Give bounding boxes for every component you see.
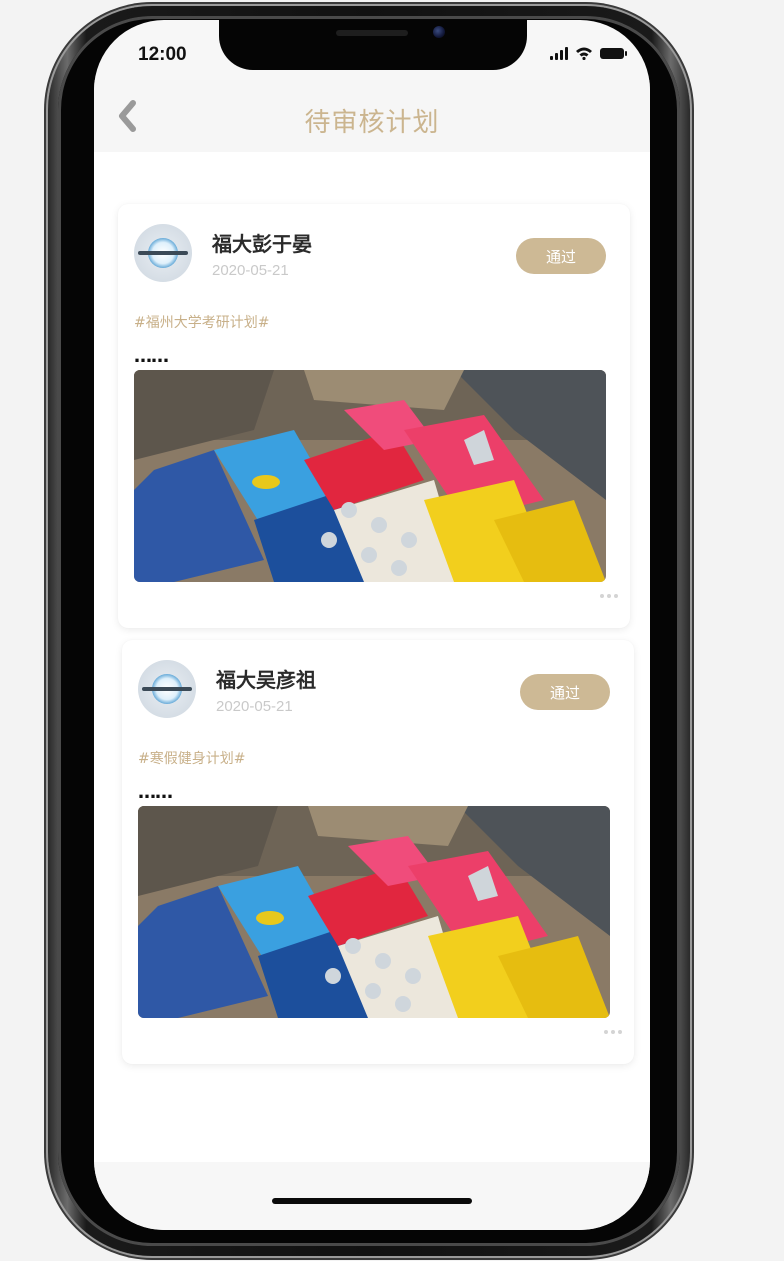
page-title: 待审核计划 [304,108,440,138]
lego-house-photo [138,806,610,1018]
more-dots-icon[interactable] [600,594,618,598]
topic-tag[interactable]: #寒假健身计划# [138,748,245,768]
status-icons [550,46,627,60]
post-date: 2020-05-21 [212,262,289,279]
speaker-grille [336,30,408,36]
wifi-icon [576,47,592,60]
status-time: 12:00 [138,44,187,65]
more-dots-icon[interactable] [604,1030,622,1034]
approve-button[interactable]: 通过 [516,238,606,274]
user-name[interactable]: 福大彭于晏 [212,228,312,257]
stage: 12:00 待审核计划 福大彭于晏 2020-05-21 通过 #福州大学考研计… [0,0,784,1261]
approve-button[interactable]: 通过 [520,674,610,710]
lego-house-photo [134,370,606,582]
home-indicator[interactable] [272,1198,472,1204]
plan-card[interactable]: 福大彭于晏 2020-05-21 通过 #福州大学考研计划# …… [118,204,630,628]
post-date: 2020-05-21 [216,698,293,715]
cellular-signal-icon [550,46,568,60]
avatar-icon[interactable] [138,660,196,718]
avatar-icon[interactable] [134,224,192,282]
phone-screen: 12:00 待审核计划 福大彭于晏 2020-05-21 通过 #福州大学考研计… [94,20,650,1230]
notch [219,20,527,70]
post-image[interactable] [134,370,606,582]
nav-bar: 待审核计划 [94,80,650,152]
post-text: …… [138,782,173,803]
user-name[interactable]: 福大吴彦祖 [216,664,316,693]
post-text: …… [134,346,169,367]
battery-icon [600,47,627,59]
topic-tag[interactable]: #福州大学考研计划# [134,312,269,332]
plan-card[interactable]: 福大吴彦祖 2020-05-21 通过 #寒假健身计划# …… [122,640,634,1064]
home-indicator-area [94,1162,650,1230]
front-camera [433,26,445,38]
post-image[interactable] [138,806,610,1018]
plan-list[interactable]: 福大彭于晏 2020-05-21 通过 #福州大学考研计划# …… 福大吴彦祖 … [94,152,650,1162]
